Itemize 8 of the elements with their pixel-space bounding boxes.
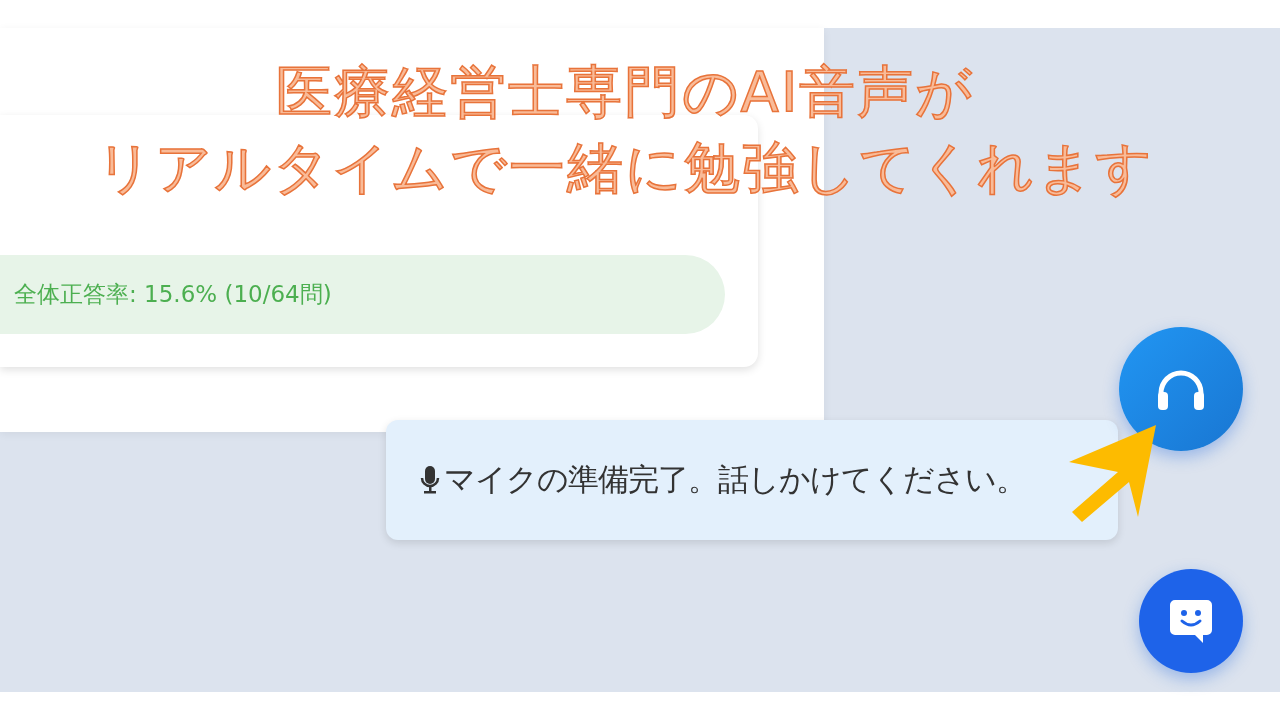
microphone-icon bbox=[420, 465, 440, 495]
voice-chat-button[interactable] bbox=[1119, 327, 1243, 451]
toast-message: マイクの準備完了。話しかけてください。 bbox=[444, 460, 1026, 499]
caption-line: 医療経営士専門のAI音声が bbox=[275, 58, 975, 126]
caption-line: リアルタイムで一緒に勉強してくれます bbox=[96, 134, 1154, 202]
accuracy-text: 全体正答率: 15.6% (10/64問) bbox=[14, 280, 332, 309]
smiley-chat-icon bbox=[1169, 598, 1213, 644]
chat-button[interactable] bbox=[1139, 569, 1243, 673]
